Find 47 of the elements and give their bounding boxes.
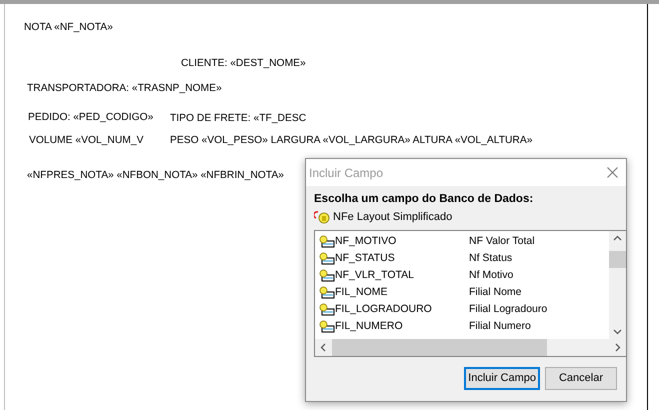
vertical-scrollbar[interactable]	[609, 231, 626, 339]
close-icon[interactable]	[607, 167, 618, 178]
scroll-up-icon[interactable]	[613, 235, 622, 241]
scroll-down-icon[interactable]	[613, 329, 622, 335]
field-row[interactable]: NF_VLR_TOTAL Nf Motivo	[319, 267, 607, 284]
field-description: Nf Motivo	[469, 268, 514, 283]
scroll-left-icon[interactable]	[320, 343, 326, 352]
report-field[interactable]: PEDIDO: «PED_CODIGO»	[28, 111, 154, 124]
database-icon	[314, 210, 330, 224]
field-row[interactable]: NF_MOTIVO NF Valor Total	[319, 233, 607, 250]
scroll-thumb[interactable]	[332, 339, 547, 356]
field-description: Filial Numero	[469, 318, 531, 334]
report-field[interactable]: TIPO DE FRETE: «TF_DESC	[170, 112, 306, 125]
report-field[interactable]: NOTA «NF_NOTA»	[24, 21, 113, 34]
scroll-right-icon[interactable]	[615, 343, 621, 352]
table-field-icon	[319, 320, 335, 334]
field-description: Nf Status	[469, 250, 512, 266]
field-name: FIL_NOME	[335, 284, 389, 300]
report-field[interactable]: PESO «VOL_PESO» LARGURA «VOL_LARGURA» ALTURA «VOL_ALTURA»	[170, 134, 532, 147]
dialog-heading: Escolha um campo do Banco de Dados:	[314, 192, 534, 207]
field-row[interactable]: FIL_NOME Filial Nome	[319, 284, 607, 301]
dialog-button[interactable]: Cancelar	[545, 367, 617, 390]
field-row[interactable]: FIL_NUMERO Filial Numero	[319, 318, 607, 335]
table-field-icon	[319, 286, 335, 300]
table-field-icon	[319, 302, 335, 316]
field-name: NF_STATUS	[335, 250, 396, 266]
report-field[interactable]: VOLUME «VOL_NUM_V	[29, 134, 144, 147]
table-field-icon	[319, 234, 335, 248]
window-title: Incluir Campo	[309, 164, 384, 182]
field-description: NF Valor Total	[469, 234, 535, 249]
data-source-label: NFe Layout Simplificado	[333, 210, 452, 225]
field-row[interactable]: FIL_LOGRADOURO Filial Logradouro	[319, 301, 607, 318]
report-field[interactable]: «NFPRES_NOTA» «NFBON_NOTA» «NFBRIN_NOTA»	[27, 169, 284, 182]
report-field[interactable]: CLIENTE: «DEST_NOME»	[181, 57, 306, 70]
field-name: NF_VLR_TOTAL	[335, 268, 415, 283]
table-field-icon	[319, 252, 335, 266]
field-description: Filial Nome	[469, 284, 522, 300]
horizontal-scrollbar[interactable]	[315, 339, 626, 356]
table-field-icon	[319, 268, 335, 282]
scroll-thumb[interactable]	[609, 251, 626, 268]
field-description: Filial Logradouro	[469, 302, 548, 317]
field-name: FIL_LOGRADOURO	[335, 302, 433, 317]
field-name: NF_MOTIVO	[335, 234, 398, 249]
field-row[interactable]: NF_STATUS Nf Status	[319, 250, 607, 267]
dialog-button[interactable]: Incluir Campo	[464, 367, 540, 390]
report-field[interactable]: TRANSPORTADORA: «TRASNP_NOME»	[27, 82, 222, 95]
field-name: FIL_NUMERO	[335, 318, 404, 334]
